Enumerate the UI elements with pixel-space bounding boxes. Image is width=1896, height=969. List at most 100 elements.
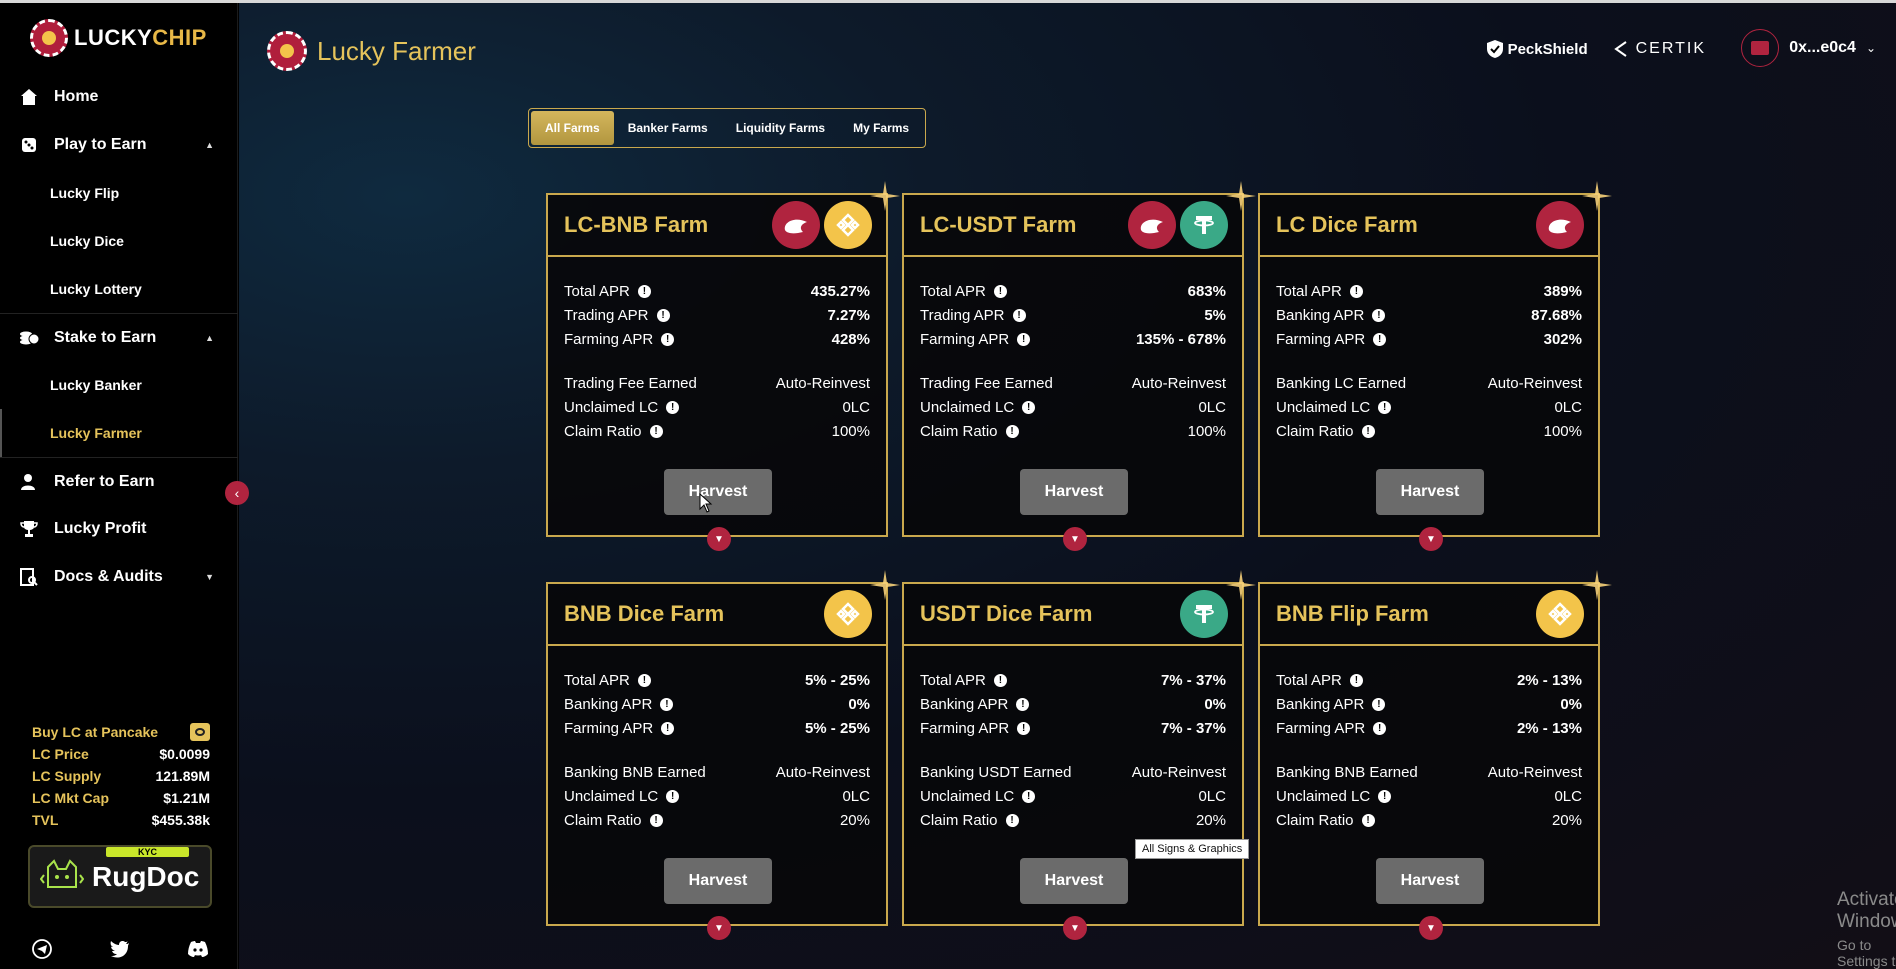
expand-chevron-icon[interactable]: ▼ (707, 916, 731, 940)
sidebar-item-docs-audits[interactable]: Docs & Audits ▼ (0, 553, 238, 601)
tab-all-farms[interactable]: All Farms (531, 111, 614, 145)
info-icon[interactable]: ! (656, 308, 670, 322)
earned-row: Banking BNB Earned Auto-Reinvest (1276, 760, 1582, 784)
telegram-icon[interactable] (30, 937, 54, 961)
info-icon[interactable]: ! (1378, 400, 1392, 414)
sidebar-item-label: Docs & Audits (54, 568, 163, 585)
apr-label: Farming APR (564, 719, 654, 737)
farm-card-body: Total APR! 5% - 25% Banking APR! 0% Farm… (548, 646, 886, 832)
info-icon[interactable]: ! (1016, 697, 1030, 711)
expand-chevron-icon[interactable]: ▼ (707, 527, 731, 551)
discord-icon[interactable] (186, 937, 210, 961)
earned-value: Auto-Reinvest (1131, 763, 1226, 781)
info-icon[interactable]: ! (649, 424, 663, 438)
usdt-token-icon (1180, 590, 1228, 638)
farm-card-header: LC-BNB Farm (548, 195, 886, 257)
sidebar-item-lucky-flip[interactable]: Lucky Flip (0, 169, 238, 217)
info-icon[interactable]: ! (637, 673, 651, 687)
apr-value: 0% (848, 695, 870, 713)
page-title: Lucky Farmer (317, 35, 476, 66)
info-icon[interactable]: ! (637, 284, 651, 298)
sidebar-item-home[interactable]: Home (0, 73, 238, 121)
info-icon[interactable]: ! (993, 673, 1007, 687)
apr-label: Banking APR (1276, 306, 1365, 324)
info-icon[interactable]: ! (993, 284, 1007, 298)
info-icon[interactable]: ! (1022, 400, 1036, 414)
farm-token-icons (772, 201, 872, 249)
info-icon[interactable]: ! (660, 697, 674, 711)
rugdoc-kyc-badge[interactable]: KYC RugDoc (28, 845, 212, 908)
info-icon[interactable]: ! (1017, 721, 1031, 735)
info-icon[interactable]: ! (1372, 308, 1386, 322)
earned-row: Trading Fee Earned Auto-Reinvest (564, 371, 870, 395)
unclaimed-label: Unclaimed LC (1276, 398, 1371, 416)
farm-card: LC Dice Farm Total APR! 389% Banking APR… (1258, 181, 1612, 551)
buy-lc-link[interactable]: Buy LC at Pancake (32, 721, 210, 743)
harvest-button[interactable]: Harvest (1020, 469, 1128, 515)
info-icon[interactable]: ! (1005, 424, 1019, 438)
lc-token-icon (1536, 201, 1584, 249)
info-icon[interactable]: ! (1361, 424, 1375, 438)
info-icon[interactable]: ! (1349, 673, 1363, 687)
windows-activation-watermark: Activate Windows Go to Settings to activ… (1837, 889, 1896, 969)
info-icon[interactable]: ! (661, 332, 675, 346)
info-icon[interactable]: ! (1361, 813, 1375, 827)
stat-value: 121.89M (155, 768, 210, 784)
expand-chevron-icon[interactable]: ▼ (1063, 916, 1087, 940)
info-icon[interactable]: ! (666, 789, 680, 803)
sidebar-item-lucky-profit[interactable]: Lucky Profit (0, 505, 238, 553)
sidebar-item-lucky-lottery[interactable]: Lucky Lottery (0, 265, 238, 313)
info-icon[interactable]: ! (1349, 284, 1363, 298)
info-icon[interactable]: ! (1373, 721, 1387, 735)
shield-icon (1486, 40, 1503, 58)
info-icon[interactable]: ! (1373, 332, 1387, 346)
apr-value: 7% - 37% (1160, 671, 1226, 689)
info-icon[interactable]: ! (1372, 697, 1386, 711)
sidebar-item-refer-to-earn[interactable]: Refer to Earn (0, 457, 238, 505)
sidebar-item-lucky-farmer[interactable]: Lucky Farmer (0, 409, 238, 457)
apr-label: Total APR (564, 671, 630, 689)
wallet-button[interactable]: 0x...e0c4 ⌄ (1741, 29, 1876, 67)
farm-card-body: Total APR! 7% - 37% Banking APR! 0% Farm… (904, 646, 1242, 832)
farm-card: USDT Dice Farm Total APR! 7% - 37% Banki… (902, 570, 1256, 940)
expand-chevron-icon[interactable]: ▼ (1063, 527, 1087, 551)
sidebar-item-play-to-earn[interactable]: Play to Earn ▲ (0, 121, 238, 169)
apr-row: Banking APR! 0% (1276, 692, 1582, 716)
harvest-button[interactable]: Harvest (664, 858, 772, 904)
sidebar-item-lucky-banker[interactable]: Lucky Banker (0, 361, 238, 409)
tab-liquidity-farms[interactable]: Liquidity Farms (722, 111, 839, 145)
claim-ratio-value: 100% (1543, 422, 1582, 440)
certik-badge[interactable]: CERTIK (1612, 39, 1706, 59)
apr-label: Banking APR (1276, 695, 1365, 713)
claim-ratio-value: 20% (1195, 811, 1226, 829)
info-icon[interactable]: ! (1378, 789, 1392, 803)
brand-logo[interactable]: LUCKYCHIP (30, 19, 207, 57)
info-icon[interactable]: ! (1022, 789, 1036, 803)
sidebar-item-lucky-dice[interactable]: Lucky Dice (0, 217, 238, 265)
harvest-button[interactable]: Harvest (1376, 469, 1484, 515)
info-icon[interactable]: ! (666, 400, 680, 414)
info-icon[interactable]: ! (649, 813, 663, 827)
sidebar-item-stake-to-earn[interactable]: Stake to Earn ▲ (0, 313, 238, 361)
expand-chevron-icon[interactable]: ▼ (1419, 916, 1443, 940)
harvest-button[interactable]: Harvest (664, 469, 772, 515)
harvest-button[interactable]: Harvest (1376, 858, 1484, 904)
tab-my-farms[interactable]: My Farms (839, 111, 923, 145)
twitter-icon[interactable] (108, 937, 132, 961)
expand-chevron-icon[interactable]: ▼ (1419, 527, 1443, 551)
info-icon[interactable]: ! (1017, 332, 1031, 346)
info-icon[interactable]: ! (1012, 308, 1026, 322)
document-search-icon (18, 566, 40, 588)
claim-ratio-value: 20% (839, 811, 870, 829)
peckshield-badge[interactable]: PeckShield (1486, 39, 1588, 59)
farm-card: BNB Flip Farm Total APR! 2% - 13% Bankin… (1258, 570, 1612, 940)
stat-label: LC Supply (32, 768, 102, 784)
info-icon[interactable]: ! (661, 721, 675, 735)
harvest-button[interactable]: Harvest (1020, 858, 1128, 904)
tab-banker-farms[interactable]: Banker Farms (614, 111, 722, 145)
apr-row: Banking APR! 87.68% (1276, 303, 1582, 327)
info-icon[interactable]: ! (1005, 813, 1019, 827)
earned-label: Trading Fee Earned (920, 374, 1053, 392)
apr-row: Farming APR! 7% - 37% (920, 716, 1226, 740)
sidebar-collapse-button[interactable]: ‹ (225, 481, 249, 505)
